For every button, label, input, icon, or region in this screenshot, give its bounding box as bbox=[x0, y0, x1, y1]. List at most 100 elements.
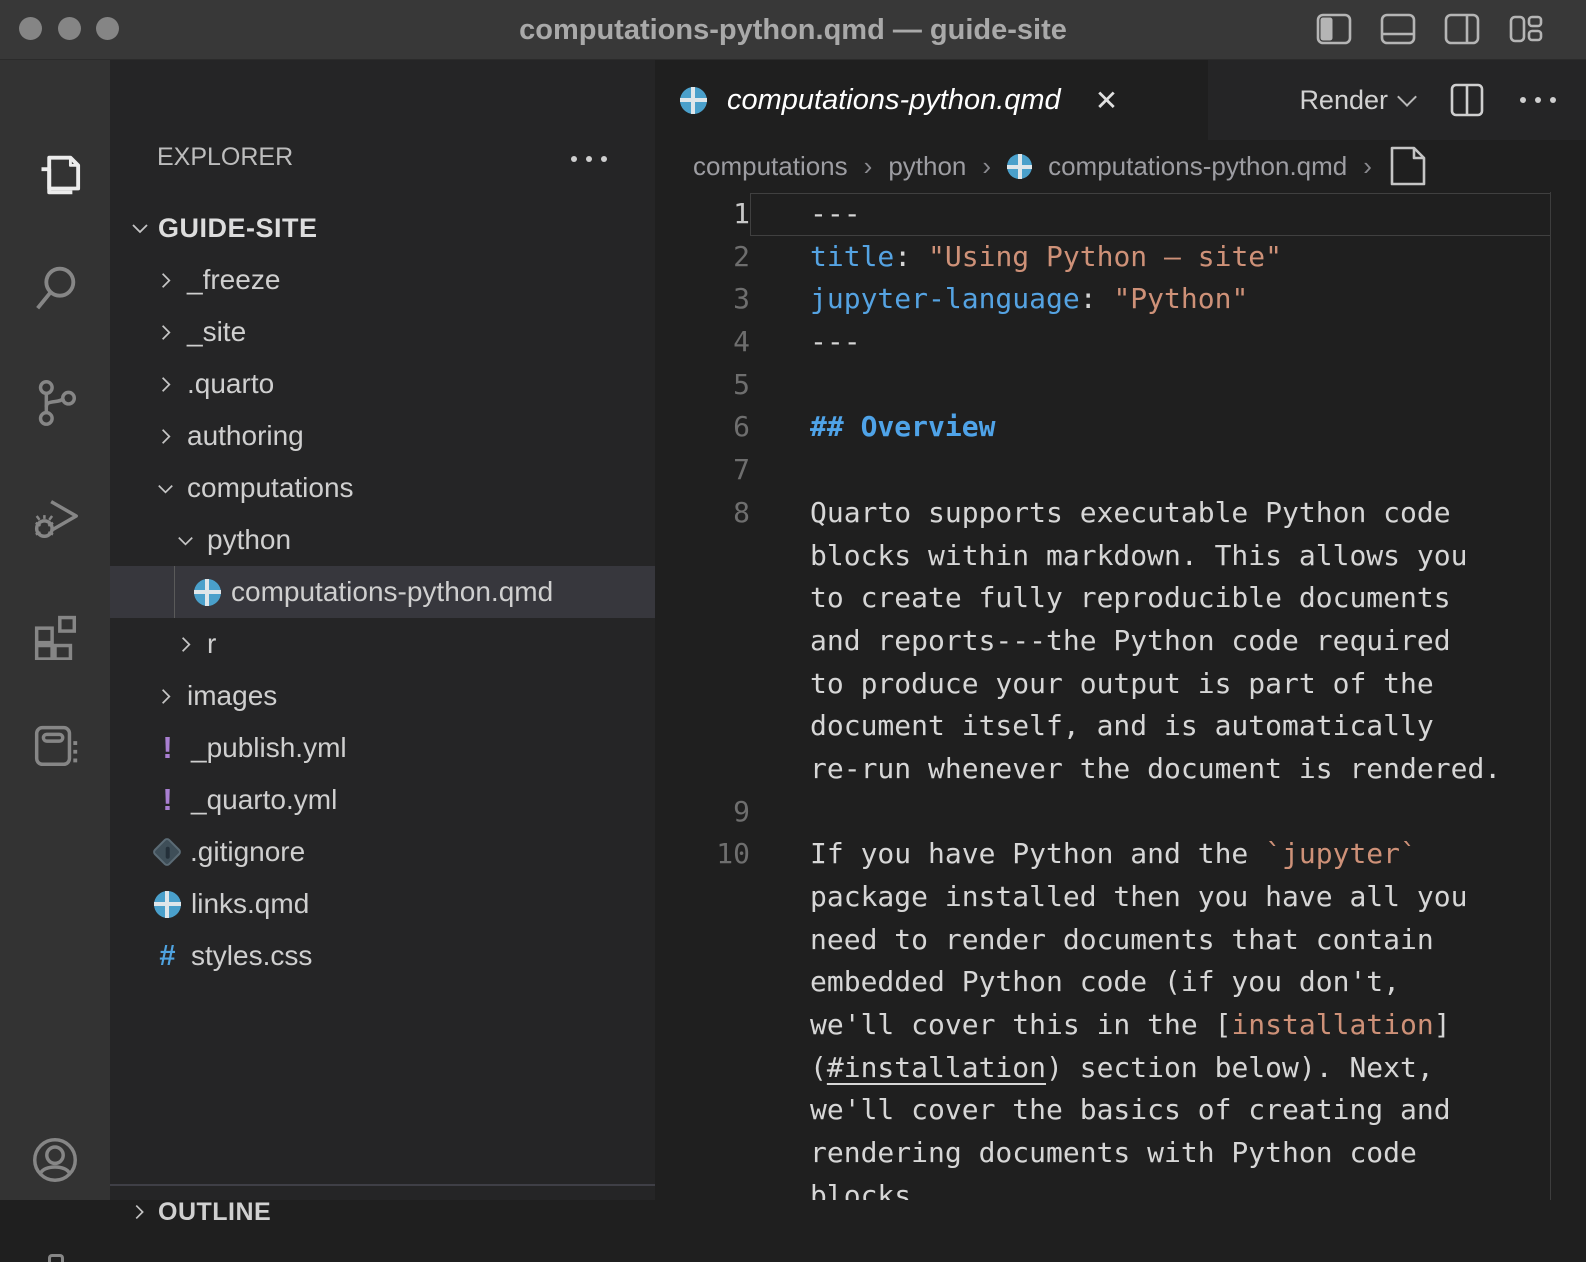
code-line[interactable]: (#installation) section below). Next, bbox=[750, 1047, 1434, 1090]
search-icon[interactable] bbox=[28, 260, 82, 314]
breadcrumb-separator-icon: › bbox=[982, 151, 991, 182]
tab-computations-python[interactable]: computations-python.qmd ✕ bbox=[655, 60, 1208, 140]
code-row: to create fully reproducible documents bbox=[655, 577, 1586, 620]
code-line[interactable] bbox=[750, 364, 810, 407]
code-row: 10If you have Python and the `jupyter` bbox=[655, 833, 1586, 876]
code-line[interactable]: --- bbox=[750, 193, 861, 236]
code-line[interactable]: If you have Python and the `jupyter` bbox=[750, 833, 1417, 876]
close-icon[interactable]: ✕ bbox=[1095, 84, 1118, 117]
breadcrumb-item[interactable]: computations-python.qmd bbox=[1048, 151, 1347, 182]
tree-item-styles-css[interactable]: #styles.css bbox=[110, 930, 655, 982]
tree-item-label: _site bbox=[187, 316, 246, 348]
line-number bbox=[655, 535, 750, 578]
code-row: 2title: "Using Python – site" bbox=[655, 236, 1586, 279]
chevron-right-icon bbox=[154, 373, 177, 396]
line-number: 9 bbox=[655, 791, 750, 834]
tree-item-python[interactable]: python bbox=[110, 514, 655, 566]
code-row: need to render documents that contain bbox=[655, 919, 1586, 962]
tree-item-computations-python-qmd[interactable]: computations-python.qmd bbox=[110, 566, 655, 618]
code-line[interactable]: we'll cover this in the [installation] bbox=[750, 1004, 1451, 1047]
code-row: 4--- bbox=[655, 321, 1586, 364]
code-line[interactable] bbox=[750, 449, 810, 492]
tree-item--quarto[interactable]: .quarto bbox=[110, 358, 655, 410]
code-line[interactable]: need to render documents that contain bbox=[750, 919, 1434, 962]
tree-item--gitignore[interactable]: .gitignore bbox=[110, 826, 655, 878]
chevron-right-icon bbox=[174, 633, 197, 656]
chevron-right-icon bbox=[128, 1201, 150, 1223]
editor-more-actions-icon[interactable] bbox=[1520, 97, 1556, 103]
line-number: 6 bbox=[655, 406, 750, 449]
code-line[interactable]: document itself, and is automatically bbox=[750, 705, 1434, 748]
code-line[interactable]: Quarto supports executable Python code bbox=[750, 492, 1451, 535]
code-line[interactable] bbox=[750, 791, 810, 834]
split-editor-icon[interactable] bbox=[1450, 82, 1484, 118]
layout-sidebar-left-icon[interactable] bbox=[1316, 13, 1352, 45]
notebook-icon[interactable] bbox=[28, 718, 82, 772]
breadcrumb-item[interactable]: python bbox=[888, 151, 966, 182]
line-number bbox=[655, 876, 750, 919]
editor-pane: computations›python›computations-python.… bbox=[655, 140, 1586, 1200]
code-row: document itself, and is automatically bbox=[655, 705, 1586, 748]
files-icon[interactable] bbox=[28, 148, 82, 202]
tree-item-authoring[interactable]: authoring bbox=[110, 410, 655, 462]
more-actions-icon[interactable] bbox=[571, 156, 607, 162]
code-line[interactable]: package installed then you have all you bbox=[750, 876, 1467, 919]
tree-item-label: links.qmd bbox=[191, 888, 309, 920]
code-line[interactable]: embedded Python code (if you don't, bbox=[750, 961, 1400, 1004]
code-row: and reports---the Python code required bbox=[655, 620, 1586, 663]
code-row: blocks. bbox=[655, 1175, 1586, 1200]
code-area[interactable]: 1---2title: "Using Python – site"3jupyte… bbox=[655, 193, 1586, 1200]
layout-customize-icon[interactable] bbox=[1508, 13, 1544, 45]
line-number bbox=[655, 748, 750, 791]
tree-item-r[interactable]: r bbox=[110, 618, 655, 670]
debug-icon[interactable] bbox=[28, 490, 82, 544]
tree-item--publish-yml[interactable]: !_publish.yml bbox=[110, 722, 655, 774]
code-row: 9 bbox=[655, 791, 1586, 834]
tree-item--site[interactable]: _site bbox=[110, 306, 655, 358]
tree-item-images[interactable]: images bbox=[110, 670, 655, 722]
code-line[interactable]: to produce your output is part of the bbox=[750, 663, 1434, 706]
code-line[interactable]: and reports---the Python code required bbox=[750, 620, 1451, 663]
layout-panel-icon[interactable] bbox=[1380, 13, 1416, 45]
render-button[interactable]: Render bbox=[1299, 85, 1414, 116]
code-row: 5 bbox=[655, 364, 1586, 407]
code-line[interactable]: --- bbox=[750, 321, 861, 364]
quarto-file-icon bbox=[154, 891, 181, 918]
tree-item-label: images bbox=[187, 680, 277, 712]
extensions-icon[interactable] bbox=[28, 606, 82, 660]
tree-item-label: r bbox=[207, 628, 216, 660]
tab-label: computations-python.qmd bbox=[727, 84, 1061, 117]
code-line[interactable]: ## Overview bbox=[750, 406, 995, 449]
layout-sidebar-right-icon[interactable] bbox=[1444, 13, 1480, 45]
code-line[interactable]: re-run whenever the document is rendered… bbox=[750, 748, 1501, 791]
code-line[interactable]: jupyter-language: "Python" bbox=[750, 278, 1248, 321]
code-line[interactable]: rendering documents with Python code bbox=[750, 1132, 1417, 1175]
code-row: 3jupyter-language: "Python" bbox=[655, 278, 1586, 321]
gear-icon[interactable] bbox=[48, 1254, 64, 1262]
section-header-outline[interactable]: OUTLINE bbox=[110, 1190, 655, 1234]
code-row: 7 bbox=[655, 449, 1586, 492]
tree-item-links-qmd[interactable]: links.qmd bbox=[110, 878, 655, 930]
code-line[interactable]: title: "Using Python – site" bbox=[750, 236, 1282, 279]
css-file-icon: # bbox=[154, 940, 181, 973]
account-icon[interactable] bbox=[28, 1133, 82, 1187]
code-line[interactable]: blocks within markdown. This allows you bbox=[750, 535, 1467, 578]
code-row: rendering documents with Python code bbox=[655, 1132, 1586, 1175]
tree-item--quarto-yml[interactable]: !_quarto.yml bbox=[110, 774, 655, 826]
yaml-file-icon: ! bbox=[154, 730, 181, 766]
line-number: 8 bbox=[655, 492, 750, 535]
git-branch-icon[interactable] bbox=[28, 375, 82, 429]
code-line[interactable]: to create fully reproducible documents bbox=[750, 577, 1451, 620]
quarto-icon bbox=[680, 87, 707, 114]
scrollbar[interactable] bbox=[1550, 192, 1551, 1200]
chevron-down-icon bbox=[174, 529, 197, 552]
code-row: re-run whenever the document is rendered… bbox=[655, 748, 1586, 791]
explorer-sidebar: EXPLORER GUIDE-SITE _freeze_site.quartoa… bbox=[110, 60, 655, 1200]
code-line[interactable]: we'll cover the basics of creating and bbox=[750, 1089, 1451, 1132]
tree-item-computations[interactable]: computations bbox=[110, 462, 655, 514]
section-header-guide-site[interactable]: GUIDE-SITE bbox=[110, 204, 655, 252]
chevron-right-icon bbox=[154, 321, 177, 344]
tree-item--freeze[interactable]: _freeze bbox=[110, 254, 655, 306]
breadcrumb-item[interactable]: computations bbox=[693, 151, 848, 182]
code-line[interactable]: blocks. bbox=[750, 1175, 928, 1200]
